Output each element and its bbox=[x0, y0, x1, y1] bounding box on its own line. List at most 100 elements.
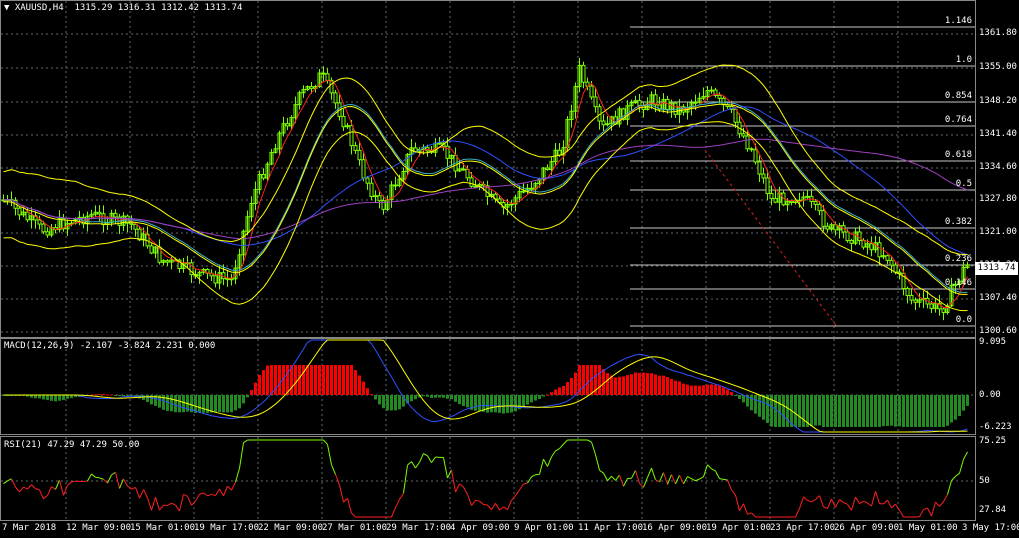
rsi-line bbox=[11, 478, 16, 488]
macd-histogram-bar bbox=[682, 383, 685, 395]
macd-histogram-bar bbox=[570, 377, 573, 395]
macd-histogram-bar bbox=[270, 365, 273, 395]
rsi-line bbox=[723, 478, 728, 481]
macd-histogram-bar bbox=[774, 395, 777, 427]
candle-body bbox=[469, 177, 474, 187]
macd-histogram-bar bbox=[926, 395, 929, 427]
macd-histogram-bar bbox=[862, 395, 865, 427]
rsi-line bbox=[467, 494, 472, 506]
candle-body bbox=[941, 308, 946, 313]
rsi-line bbox=[839, 499, 844, 503]
macd-histogram-bar bbox=[530, 395, 533, 403]
macd-histogram-bar bbox=[934, 395, 937, 427]
rsi-line bbox=[495, 502, 500, 511]
rsi-line bbox=[831, 498, 836, 508]
macd-histogram-bar bbox=[670, 378, 673, 395]
macd-histogram-bar bbox=[370, 394, 373, 396]
candle-body bbox=[757, 161, 762, 175]
rsi-line bbox=[895, 503, 900, 511]
candle-body bbox=[913, 299, 918, 303]
candle-body bbox=[805, 195, 810, 198]
rsi-line bbox=[55, 479, 60, 490]
candle-body bbox=[361, 159, 366, 179]
fib-level-label: 0.854 bbox=[944, 91, 972, 101]
chart-canvas[interactable] bbox=[0, 0, 1019, 538]
price-axis-label: 1307.40 bbox=[979, 293, 1017, 303]
macd-histogram-bar bbox=[422, 395, 425, 397]
rsi-line bbox=[539, 458, 544, 475]
macd-histogram-bar bbox=[766, 395, 769, 423]
macd-histogram-bar bbox=[442, 395, 445, 398]
rsi-line bbox=[891, 503, 896, 509]
macd-histogram-bar bbox=[586, 365, 589, 395]
rsi-line bbox=[143, 489, 148, 499]
time-axis-label: 22 Mar 09:00 bbox=[258, 523, 324, 533]
macd-histogram-bar bbox=[910, 395, 913, 427]
rsi-line bbox=[711, 468, 716, 472]
rsi-axis-top: 75.25 bbox=[979, 436, 1007, 446]
rsi-line bbox=[195, 494, 200, 502]
macd-histogram-bar bbox=[962, 395, 965, 411]
rsi-line bbox=[651, 467, 656, 480]
macd-histogram-bar bbox=[330, 365, 333, 395]
dropdown-arrow-icon[interactable]: ▼ bbox=[4, 3, 15, 13]
macd-histogram-bar bbox=[842, 395, 845, 427]
rsi-line bbox=[551, 450, 556, 458]
candle-body bbox=[309, 86, 314, 89]
time-axis-label: 26 Apr 09:00 bbox=[834, 523, 900, 533]
macd-header: MACD(12,26,9) -2.107 -3.824 2.231 0.000 bbox=[4, 341, 216, 351]
macd-histogram-bar bbox=[430, 395, 433, 398]
rsi-line bbox=[707, 464, 712, 470]
candle-body bbox=[213, 275, 218, 284]
macd-histogram-bar bbox=[802, 395, 805, 427]
macd-histogram-bar bbox=[626, 375, 629, 395]
macd-histogram-bar bbox=[474, 395, 477, 411]
macd-histogram-bar bbox=[814, 395, 817, 426]
rsi-line bbox=[867, 502, 872, 507]
macd-axis-min: -6.223 bbox=[979, 422, 1012, 432]
macd-histogram-bar bbox=[898, 395, 901, 427]
rsi-line bbox=[807, 500, 812, 503]
candle-body bbox=[885, 255, 890, 261]
macd-histogram-bar bbox=[702, 385, 705, 395]
macd-histogram-bar bbox=[266, 365, 269, 395]
rsi-line bbox=[503, 506, 508, 511]
rsi-line bbox=[167, 502, 172, 506]
macd-histogram-bar bbox=[358, 375, 361, 395]
rsi-line bbox=[607, 475, 612, 481]
macd-histogram-bar bbox=[610, 375, 613, 395]
rsi-line bbox=[207, 493, 212, 497]
candle-body bbox=[373, 195, 378, 198]
rsi-line bbox=[135, 487, 140, 499]
candle-body bbox=[673, 102, 678, 115]
rsi-line bbox=[183, 493, 188, 497]
macd-histogram-bar bbox=[394, 395, 397, 411]
macd-histogram-bar bbox=[698, 385, 701, 395]
panel-border-1 bbox=[0, 338, 976, 435]
macd-histogram-bar bbox=[498, 395, 501, 413]
candle-body bbox=[905, 288, 910, 296]
macd-histogram-bar bbox=[706, 384, 709, 395]
macd-histogram-bar bbox=[922, 395, 925, 427]
rsi-line bbox=[963, 451, 968, 460]
macd-histogram-bar bbox=[938, 395, 941, 427]
candle-body bbox=[165, 260, 170, 263]
macd-histogram-bar bbox=[310, 365, 313, 395]
candle-body bbox=[745, 135, 750, 150]
candle-body bbox=[717, 94, 722, 99]
rsi-line bbox=[339, 484, 344, 503]
rsi-line bbox=[407, 461, 412, 466]
rsi-line bbox=[391, 507, 396, 518]
rsi-line bbox=[227, 485, 232, 491]
rsi-line bbox=[431, 456, 436, 463]
rsi-line bbox=[871, 491, 876, 507]
rsi-line bbox=[155, 497, 160, 511]
rsi-line bbox=[179, 494, 184, 512]
rsi-line bbox=[639, 483, 644, 488]
macd-histogram-bar bbox=[110, 394, 113, 396]
macd-histogram-bar bbox=[866, 395, 869, 427]
rsi-line bbox=[951, 475, 956, 481]
candle-body bbox=[893, 264, 898, 273]
rsi-line bbox=[735, 494, 740, 511]
macd-histogram-bar bbox=[654, 374, 657, 395]
